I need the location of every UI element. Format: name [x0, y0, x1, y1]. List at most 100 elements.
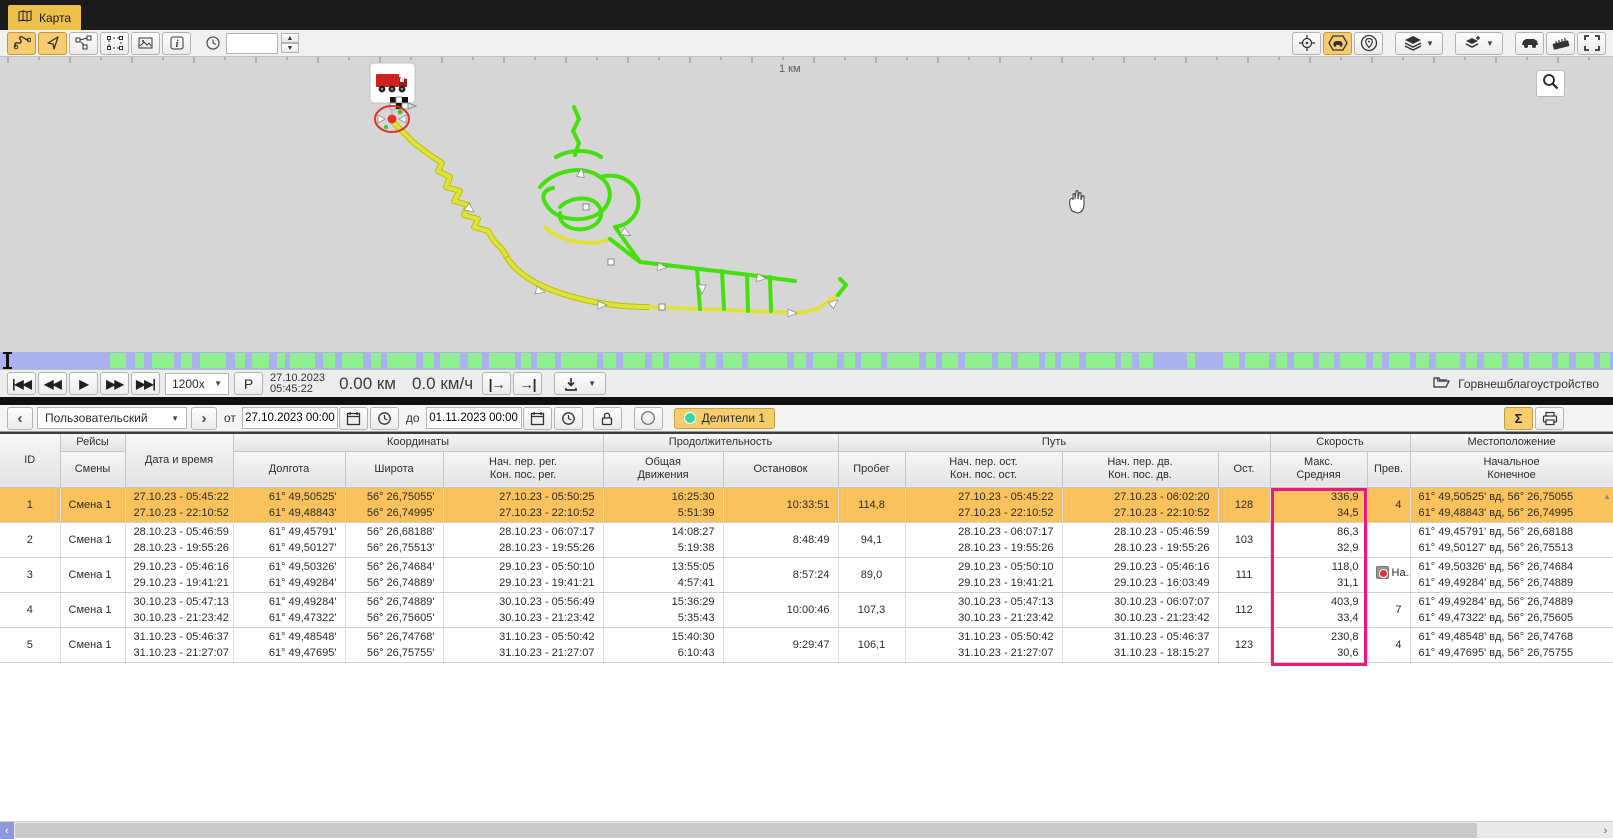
colgroup-location[interactable]: Местоположение	[1410, 434, 1613, 451]
table-scroll-up-icon[interactable]: ▲	[1603, 492, 1611, 501]
layers-button[interactable]: ▼	[1395, 32, 1443, 55]
vehicle-group[interactable]: Горвнешблагоустройство	[1433, 375, 1607, 392]
scroll-right-button[interactable]: ›	[1598, 822, 1613, 839]
add-layer-button[interactable]: ▼	[1455, 32, 1503, 55]
time-filter-input[interactable]	[226, 33, 278, 54]
timeline-segment	[861, 353, 880, 368]
time-to-clock-button[interactable]	[554, 407, 583, 430]
show-position-button[interactable]	[1354, 32, 1383, 55]
date-to-calendar-button[interactable]	[523, 407, 552, 430]
dividers-chip[interactable]: Делители 1	[674, 408, 775, 429]
colgroup-trips[interactable]: Рейсы	[60, 434, 125, 451]
scroll-left-button[interactable]: ‹	[0, 822, 14, 839]
date-from-input[interactable]	[242, 407, 338, 429]
geozones-button[interactable]	[69, 32, 98, 55]
tab-map-label: Карта	[39, 11, 71, 25]
col-longitude[interactable]: Долгота	[233, 451, 345, 487]
table-row[interactable]: 1Смена 127.10.23 - 05:45:2227.10.23 - 22…	[0, 487, 1613, 522]
info-button[interactable]: i	[162, 32, 191, 55]
colgroup-coordinates[interactable]: Координаты	[233, 434, 603, 451]
map-canvas[interactable]: 1 км	[0, 57, 1613, 352]
follow-vehicle-button[interactable]	[1323, 32, 1352, 55]
panel-splitter[interactable]	[0, 397, 1613, 405]
cell-loc: 61° 49,48548' вд, 56° 26,7476861° 49,476…	[1410, 627, 1613, 662]
col-violations[interactable]: Прев.	[1367, 451, 1410, 487]
scrollbar-thumb[interactable]	[15, 823, 1477, 838]
date-from-calendar-button[interactable]	[339, 407, 368, 430]
play-button[interactable]: ▶	[69, 372, 98, 395]
col-latitude[interactable]: Широта	[345, 451, 443, 487]
export-button[interactable]: ▼	[554, 372, 606, 395]
playback-distance: 0.00 км	[339, 374, 396, 394]
vehicle-button[interactable]	[1515, 32, 1544, 55]
spin-up-button[interactable]: ▲	[281, 33, 299, 43]
skip-end-button[interactable]: ▶▶|	[131, 372, 160, 395]
date-to-input[interactable]	[426, 407, 522, 429]
period-preset-select[interactable]: Пользовательский ▼	[37, 407, 187, 429]
fast-forward-button[interactable]: ▶▶	[100, 372, 129, 395]
fullscreen-icon	[1584, 35, 1600, 51]
timeline-segment	[371, 353, 381, 368]
table-row[interactable]: 3Смена 129.10.23 - 05:46:1629.10.23 - 19…	[0, 557, 1613, 592]
playback-date: 27.10.2023	[270, 373, 325, 384]
lock-period-button[interactable]	[593, 407, 622, 430]
p-mode-button[interactable]: P	[234, 372, 263, 395]
table-row[interactable]: 5Смена 131.10.23 - 05:46:3731.10.23 - 21…	[0, 627, 1613, 662]
col-stops-duration[interactable]: Остановок	[723, 451, 838, 487]
playback-speed-select[interactable]: 1200x ▼	[165, 373, 229, 395]
measure-button[interactable]	[1546, 32, 1575, 55]
skip-start-button[interactable]: |◀◀	[7, 372, 36, 395]
time-filter-toggle[interactable]	[203, 32, 223, 55]
rewind-button[interactable]: ◀◀	[38, 372, 67, 395]
colgroup-duration[interactable]: Продолжительность	[603, 434, 838, 451]
col-stops-count[interactable]: Ост.	[1218, 451, 1270, 487]
timeline-segment	[468, 353, 483, 368]
export-caret-icon: ▼	[588, 379, 596, 388]
cell-path_move: 30.10.23 - 06:07:0730.10.23 - 21:23:42	[1062, 592, 1218, 627]
track-mode-button[interactable]	[7, 32, 36, 55]
jump-to-icon: →|	[520, 376, 536, 392]
horizontal-scrollbar[interactable]: ‹ ›	[0, 821, 1613, 838]
spin-down-button[interactable]: ▼	[281, 43, 299, 53]
col-mileage[interactable]: Пробег	[838, 451, 905, 487]
cell-shift: Смена 1	[60, 487, 125, 522]
fullscreen-button[interactable]	[1577, 32, 1606, 55]
cell-ost: 128	[1218, 487, 1270, 522]
totals-button[interactable]: Σ	[1504, 407, 1533, 430]
time-from-clock-button[interactable]	[370, 407, 399, 430]
timeline-segment	[794, 353, 807, 368]
table-row[interactable]: 4Смена 130.10.23 - 05:47:1330.10.23 - 21…	[0, 592, 1613, 627]
speed-caret-icon: ▼	[214, 379, 222, 388]
cell-id: 5	[0, 627, 60, 662]
timeline-track[interactable]	[0, 352, 1613, 369]
photos-button[interactable]	[131, 32, 160, 55]
print-button[interactable]	[1535, 407, 1564, 430]
jump-to-start-button[interactable]: |→	[482, 372, 511, 395]
map-scale-label: 1 км	[779, 63, 801, 75]
next-period-button[interactable]: ›	[191, 407, 217, 430]
colgroup-speed[interactable]: Скорость	[1270, 434, 1410, 451]
jump-to-end-button[interactable]: →|	[513, 372, 542, 395]
center-target-button[interactable]	[1292, 32, 1321, 55]
col-datetime[interactable]: Дата и время	[125, 434, 233, 487]
timeline-position-handle[interactable]	[6, 352, 9, 369]
cell-loc: 61° 49,45791' вд, 56° 26,6818861° 49,501…	[1410, 522, 1613, 557]
cell-ost: 123	[1218, 627, 1270, 662]
prev-period-button[interactable]: ‹	[7, 407, 33, 430]
cell-shift: Смена 1	[60, 522, 125, 557]
select-area-button[interactable]	[100, 32, 129, 55]
tab-map[interactable]: Карта	[8, 5, 81, 30]
col-shifts[interactable]: Смены	[60, 451, 125, 487]
jump-from-icon: |→	[489, 376, 505, 392]
playback-time: 05:45:22	[270, 384, 325, 395]
map-search-button[interactable]	[1536, 70, 1565, 97]
cell-speed: 403,933,4	[1270, 592, 1367, 627]
violation-badge[interactable]: На...	[1376, 565, 1411, 581]
follow-cursor-button[interactable]	[38, 32, 67, 55]
color-marker-button[interactable]	[634, 407, 663, 430]
table-row[interactable]: 2Смена 128.10.23 - 05:46:5928.10.23 - 19…	[0, 522, 1613, 557]
col-id[interactable]: ID	[0, 434, 60, 487]
skip-start-icon: |◀◀	[12, 377, 31, 391]
colgroup-path[interactable]: Путь	[838, 434, 1270, 451]
timeline-segment	[748, 353, 787, 368]
